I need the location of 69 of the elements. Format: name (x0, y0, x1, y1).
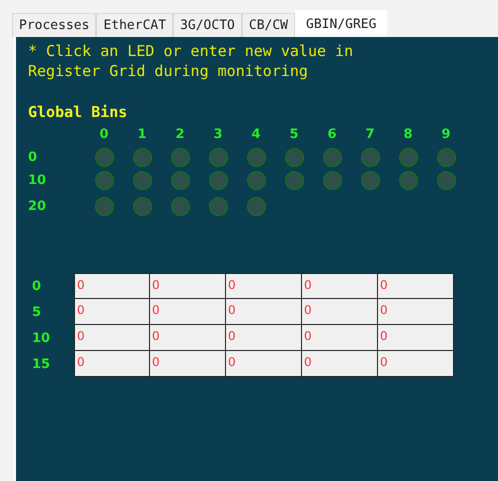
tab[interactable]: 3G/OCTO (173, 13, 242, 37)
column-header: 2 (174, 126, 186, 142)
led-button[interactable] (132, 170, 152, 190)
column-header: 4 (250, 126, 262, 142)
led-button[interactable] (398, 170, 418, 190)
register-cell[interactable]: 0 (302, 351, 378, 377)
led-button[interactable] (246, 148, 266, 166)
led-button[interactable] (436, 148, 456, 166)
led-button[interactable] (170, 148, 190, 166)
register-cell[interactable]: 0 (378, 299, 454, 325)
column-header: 6 (326, 126, 338, 142)
tab[interactable]: CB/CW (242, 13, 296, 37)
column-header: 9 (440, 126, 452, 142)
register-cell[interactable]: 0 (150, 351, 226, 377)
row-label: 5 (31, 304, 42, 322)
instructions-text: * Click an LED or enter new value in Register Grid during monitoring (28, 41, 354, 81)
led-button[interactable] (246, 170, 266, 190)
led-button[interactable] (132, 148, 152, 166)
register-cell[interactable]: 0 (74, 351, 150, 377)
led-button[interactable] (284, 170, 304, 190)
register-cell[interactable]: 0 (378, 273, 454, 299)
led-button[interactable] (94, 196, 114, 216)
column-header: 0 (98, 126, 110, 142)
register-cell[interactable]: 0 (150, 273, 226, 299)
column-header: 5 (288, 126, 300, 142)
row-label: 10 (31, 330, 52, 348)
led-button[interactable] (170, 196, 190, 216)
led-button[interactable] (322, 148, 342, 166)
led-button[interactable] (246, 196, 266, 216)
register-cell[interactable]: 0 (302, 325, 378, 351)
led-button[interactable] (132, 196, 152, 216)
column-header: 8 (402, 126, 414, 142)
led-button[interactable] (208, 170, 228, 190)
led-button[interactable] (360, 170, 380, 190)
register-cell[interactable]: 0 (74, 325, 150, 351)
column-header: 7 (364, 126, 376, 142)
led-button[interactable] (360, 148, 380, 166)
register-cell[interactable]: 0 (226, 273, 302, 299)
tab[interactable]: EtherCAT (96, 13, 174, 37)
register-cell[interactable]: 0 (226, 351, 302, 377)
row-label: 10 (28, 172, 48, 188)
led-button[interactable] (284, 148, 304, 166)
row-label: 0 (31, 278, 42, 296)
led-button[interactable] (94, 148, 114, 166)
register-cell[interactable]: 0 (378, 351, 454, 377)
row-label: 15 (31, 356, 52, 374)
row-label: 20 (28, 198, 48, 214)
column-header: 3 (212, 126, 224, 142)
register-cell[interactable]: 0 (378, 325, 454, 351)
led-button[interactable] (94, 170, 114, 190)
section-title: Global Bins (28, 103, 128, 121)
led-button[interactable] (208, 148, 228, 166)
register-cell[interactable]: 0 (226, 325, 302, 351)
column-header: 1 (136, 126, 148, 142)
led-button[interactable] (436, 170, 456, 190)
register-cell[interactable]: 0 (150, 299, 226, 325)
register-cell[interactable]: 0 (226, 299, 302, 325)
register-cell[interactable]: 0 (74, 273, 150, 299)
led-button[interactable] (398, 148, 418, 166)
led-button[interactable] (322, 170, 342, 190)
tab[interactable]: GBIN/GREG (295, 10, 388, 37)
register-cell[interactable]: 0 (302, 299, 378, 325)
register-cell[interactable]: 0 (302, 273, 378, 299)
row-label: 0 (28, 150, 38, 164)
register-cell[interactable]: 0 (74, 299, 150, 325)
led-button[interactable] (208, 196, 228, 216)
tab[interactable]: Processes (12, 13, 96, 37)
led-button[interactable] (170, 170, 190, 190)
register-cell[interactable]: 0 (150, 325, 226, 351)
